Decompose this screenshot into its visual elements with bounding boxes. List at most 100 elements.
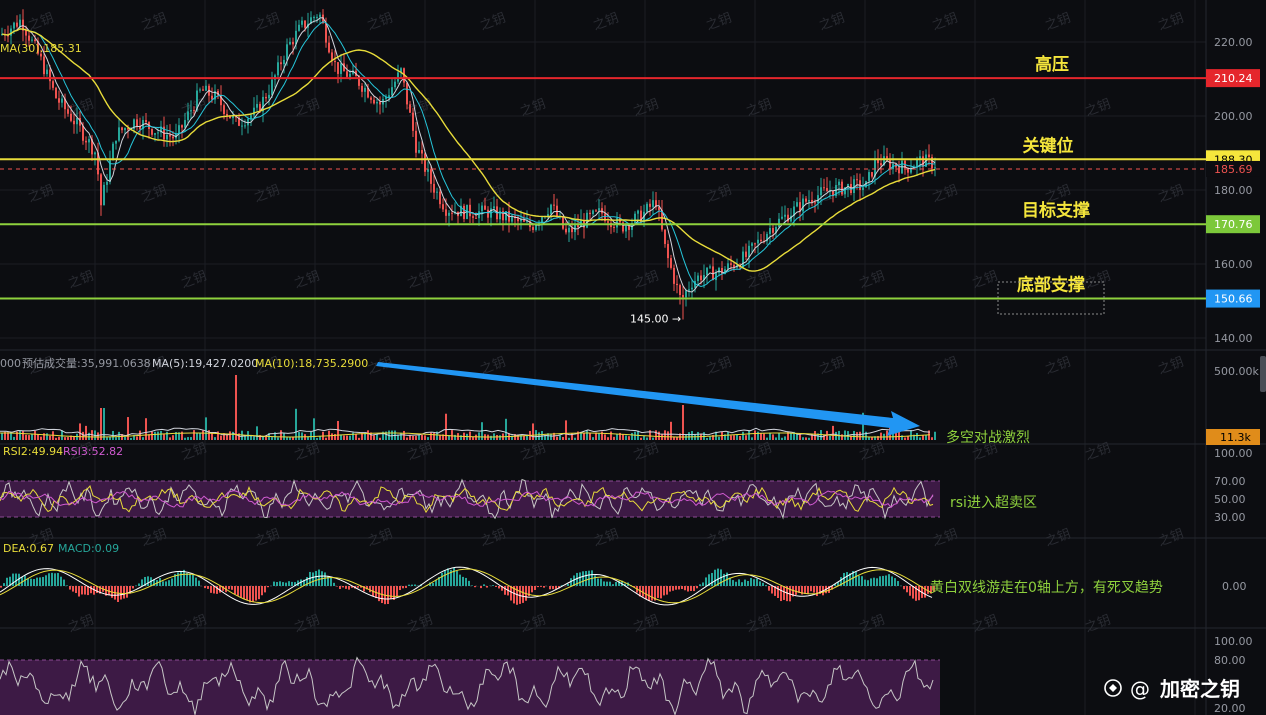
volume-bar: [379, 437, 381, 440]
volume-bar: [769, 432, 771, 440]
macd-histogram-bar: [795, 586, 797, 595]
macd-histogram-bar: [234, 586, 236, 595]
macd-histogram-bar: [894, 578, 896, 586]
macd-histogram-bar: [186, 572, 188, 586]
volume-bar: [400, 432, 402, 440]
macd-histogram-bar: [258, 586, 260, 600]
volume-bar: [439, 435, 441, 440]
candle-body: [187, 111, 189, 121]
candle-body: [838, 181, 840, 186]
macd-histogram-bar: [141, 579, 143, 586]
candle-body: [268, 94, 270, 99]
candle-body: [433, 183, 435, 193]
volume-bar: [676, 437, 678, 440]
macd-histogram-bar: [666, 586, 668, 595]
macd-histogram-bar: [612, 584, 614, 586]
macd-histogram-bar: [108, 586, 110, 595]
zone-label-bottom: 底部支撑: [1017, 275, 1085, 296]
volume-bar: [922, 435, 924, 440]
volume-bar: [451, 430, 453, 440]
macd-histogram-bar: [42, 576, 44, 586]
candle-body: [571, 227, 573, 233]
volume-bar: [406, 437, 408, 440]
volume-bar: [367, 430, 369, 440]
volume-bar: [718, 436, 720, 440]
candle-body: [691, 287, 693, 290]
candle-body: [439, 191, 441, 205]
macd-histogram-bar: [456, 570, 458, 586]
volume-bar: [124, 436, 126, 440]
macd-histogram-bar: [483, 584, 485, 586]
macd-histogram-bar: [165, 581, 167, 586]
panel-resize-handle[interactable]: [1260, 356, 1266, 392]
level-value-target: 170.76: [1214, 218, 1253, 231]
rsi-annotation: rsi进入超卖区: [950, 495, 1037, 511]
macd-histogram-bar: [651, 586, 653, 601]
volume-bar: [631, 432, 633, 440]
volume-bar: [277, 437, 279, 440]
volume-bar: [706, 437, 708, 440]
macd-histogram-bar: [843, 572, 845, 586]
macd-histogram-bar: [552, 586, 554, 590]
volume-bar: [256, 426, 258, 440]
candle-body: [868, 172, 870, 182]
candle-body: [349, 73, 351, 77]
candle-body: [85, 140, 87, 143]
candle-body: [199, 89, 201, 91]
macd-histogram-bar: [585, 571, 587, 586]
macd-histogram-bar: [696, 586, 698, 589]
rsi-tick: 50.00: [1214, 493, 1246, 506]
volume-bar: [646, 437, 648, 440]
macd-histogram-bar: [543, 586, 545, 588]
macd-histogram-bar: [63, 579, 65, 586]
candle-body: [826, 188, 828, 192]
macd-histogram-bar: [462, 576, 464, 586]
candle-body: [151, 128, 153, 135]
candle-body: [823, 187, 825, 189]
macd-histogram-bar: [603, 581, 605, 586]
volume-bar: [193, 430, 195, 440]
volume-bar: [28, 435, 30, 440]
candle-body: [652, 200, 654, 207]
trading-chart[interactable]: 之钥 之钥 之钥 之钥 之钥 之钥 之钥 之钥 之钥 之钥 之钥之钥 之钥 之钥 之钥 之钥 之钥 之钥 之钥 之钥…: [0, 0, 1266, 715]
candle-body: [748, 245, 750, 257]
volume-bar: [271, 437, 273, 440]
macd-histogram-bar: [693, 586, 695, 592]
macd-histogram-bar: [0, 586, 2, 588]
macd-histogram-bar: [738, 579, 740, 586]
volume-bar: [742, 431, 744, 440]
volume-bar: [709, 436, 711, 440]
volume-bar: [496, 434, 498, 440]
volume-bar: [118, 431, 120, 440]
macd-histogram-bar: [288, 581, 290, 586]
volume-bar: [910, 430, 912, 440]
macd-histogram-bar: [3, 583, 5, 586]
macd-histogram-bar: [732, 580, 734, 586]
macd-histogram-bar: [33, 579, 35, 586]
price-tick: 200.00: [1214, 110, 1253, 123]
macd-histogram-bar: [369, 586, 371, 593]
volume-bar: [781, 437, 783, 440]
macd-histogram-bar: [924, 586, 926, 598]
candle-body: [412, 112, 414, 131]
candle-body: [721, 267, 723, 274]
macd-histogram-bar: [195, 577, 197, 586]
macd-histogram-bar: [816, 586, 818, 597]
macd-histogram-bar: [72, 586, 74, 592]
candle-body: [796, 202, 798, 207]
macd-histogram-bar: [330, 577, 332, 586]
macd-histogram-bar: [537, 586, 539, 588]
candle-body: [664, 229, 666, 244]
macd-histogram-bar: [192, 574, 194, 586]
volume-bar: [172, 435, 174, 440]
candle-body: [673, 267, 675, 284]
candle-body: [316, 16, 318, 18]
volume-bar: [310, 431, 312, 440]
volume-bar: [643, 435, 645, 440]
macd-histogram-bar: [123, 586, 125, 599]
macd-histogram-bar: [396, 586, 398, 597]
volume-label: MA(10):18,735.2900: [255, 357, 368, 370]
candle-body: [397, 72, 399, 82]
volume-bar: [418, 434, 420, 440]
macd-histogram-bar: [750, 577, 752, 586]
